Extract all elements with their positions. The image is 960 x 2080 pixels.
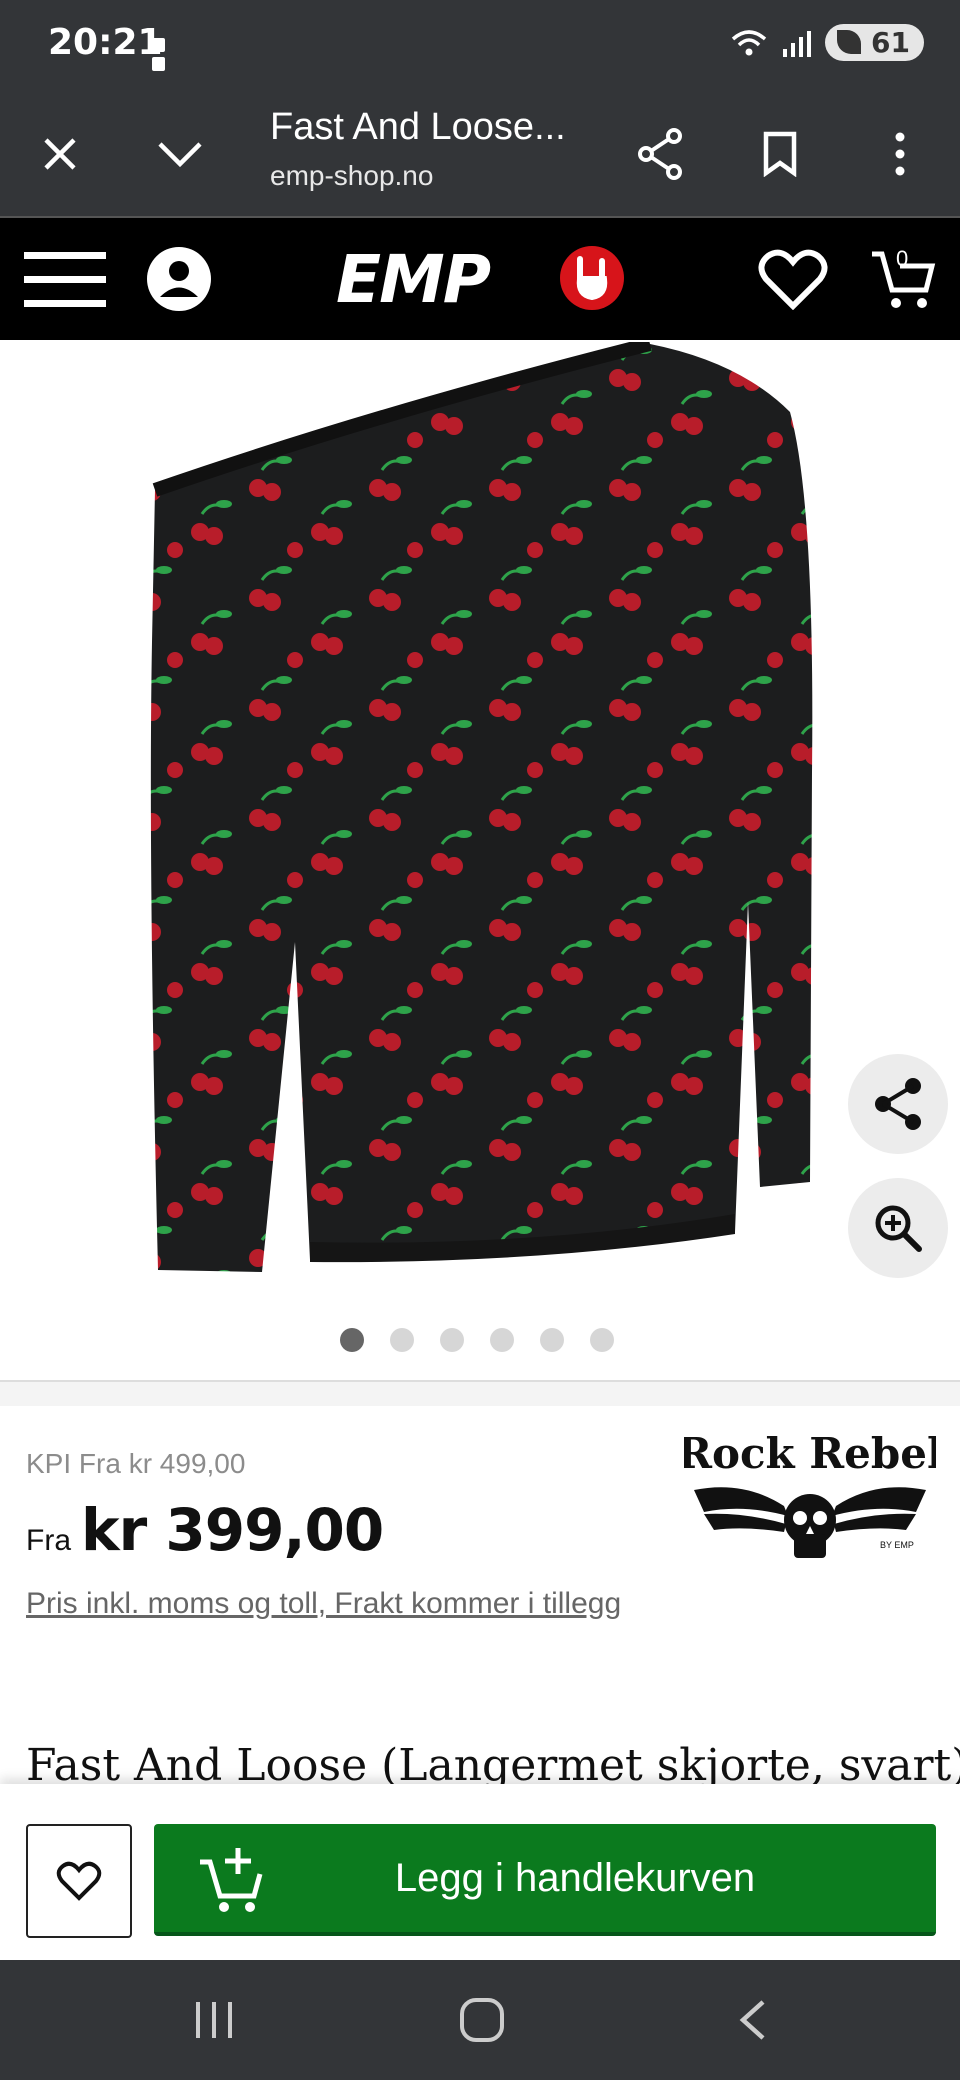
share-image-button[interactable]	[848, 1054, 948, 1154]
close-icon[interactable]	[30, 124, 90, 184]
browser-toolbar: Fast And Loose... emp-shop.no	[0, 88, 960, 218]
product-photo	[150, 342, 813, 1272]
carousel-dot[interactable]	[390, 1328, 414, 1352]
brand-sub: BY EMP	[880, 1540, 914, 1550]
account-icon[interactable]	[146, 244, 212, 314]
carousel-dots	[340, 1328, 614, 1352]
status-time: 20:21	[48, 22, 163, 63]
system-nav-bar	[0, 1960, 960, 2080]
shop-header: EMP	[0, 218, 960, 340]
page-url[interactable]: emp-shop.no	[270, 160, 433, 192]
back-icon[interactable]	[712, 1990, 792, 2050]
section-divider	[0, 1380, 960, 1406]
notification-icon	[152, 38, 184, 71]
status-right: 61	[729, 24, 924, 61]
heart-icon[interactable]	[758, 244, 828, 314]
add-to-cart-bar: Legg i handlekurven	[0, 1784, 960, 1960]
carousel-dot[interactable]	[490, 1328, 514, 1352]
wishlist-button[interactable]	[26, 1824, 132, 1938]
original-price: KPI Fra kr 499,00	[26, 1448, 246, 1479]
carousel-dot[interactable]	[440, 1328, 464, 1352]
brand-logo[interactable]: Rock Rebel BY EMP	[677, 1420, 943, 1570]
carousel-dot[interactable]	[340, 1328, 364, 1352]
product-image[interactable]	[0, 342, 960, 1342]
share-icon	[875, 1078, 921, 1130]
recents-icon[interactable]	[174, 1990, 254, 2050]
price: kr 399,00	[81, 1496, 384, 1564]
chevron-down-icon[interactable]	[150, 124, 210, 184]
wifi-icon	[731, 29, 767, 55]
signal-icon	[783, 30, 812, 57]
heart-icon	[56, 1861, 102, 1901]
price-prefix: Fra	[26, 1524, 71, 1557]
zoom-in-icon	[875, 1205, 922, 1252]
battery-level: 61	[871, 26, 910, 59]
add-to-cart-button[interactable]: Legg i handlekurven	[154, 1824, 936, 1936]
battery-indicator: 61	[825, 24, 924, 61]
emp-logo[interactable]: EMP	[336, 247, 491, 313]
battery-saver-icon	[837, 30, 862, 54]
home-icon[interactable]	[442, 1990, 522, 2050]
bookmark-icon[interactable]	[750, 124, 810, 184]
status-bar: 20:21 61	[0, 0, 960, 88]
menu-icon[interactable]	[24, 244, 106, 314]
page-title[interactable]: Fast And Loose...	[270, 106, 566, 149]
share-icon[interactable]	[630, 124, 690, 184]
price-row: Fra kr 399,00	[26, 1496, 384, 1564]
price-info-link[interactable]: Pris inkl. moms og toll, Frakt kommer i …	[26, 1580, 626, 1628]
carousel-dot[interactable]	[590, 1328, 614, 1352]
carousel-dot[interactable]	[540, 1328, 564, 1352]
brand-name: Rock Rebel	[684, 1429, 936, 1478]
zoom-button[interactable]	[848, 1178, 948, 1278]
cart-count: 0	[896, 246, 909, 271]
add-to-cart-label: Legg i handlekurven	[394, 1855, 756, 1900]
rock-hand-icon	[560, 246, 624, 310]
more-vert-icon[interactable]	[870, 124, 930, 184]
